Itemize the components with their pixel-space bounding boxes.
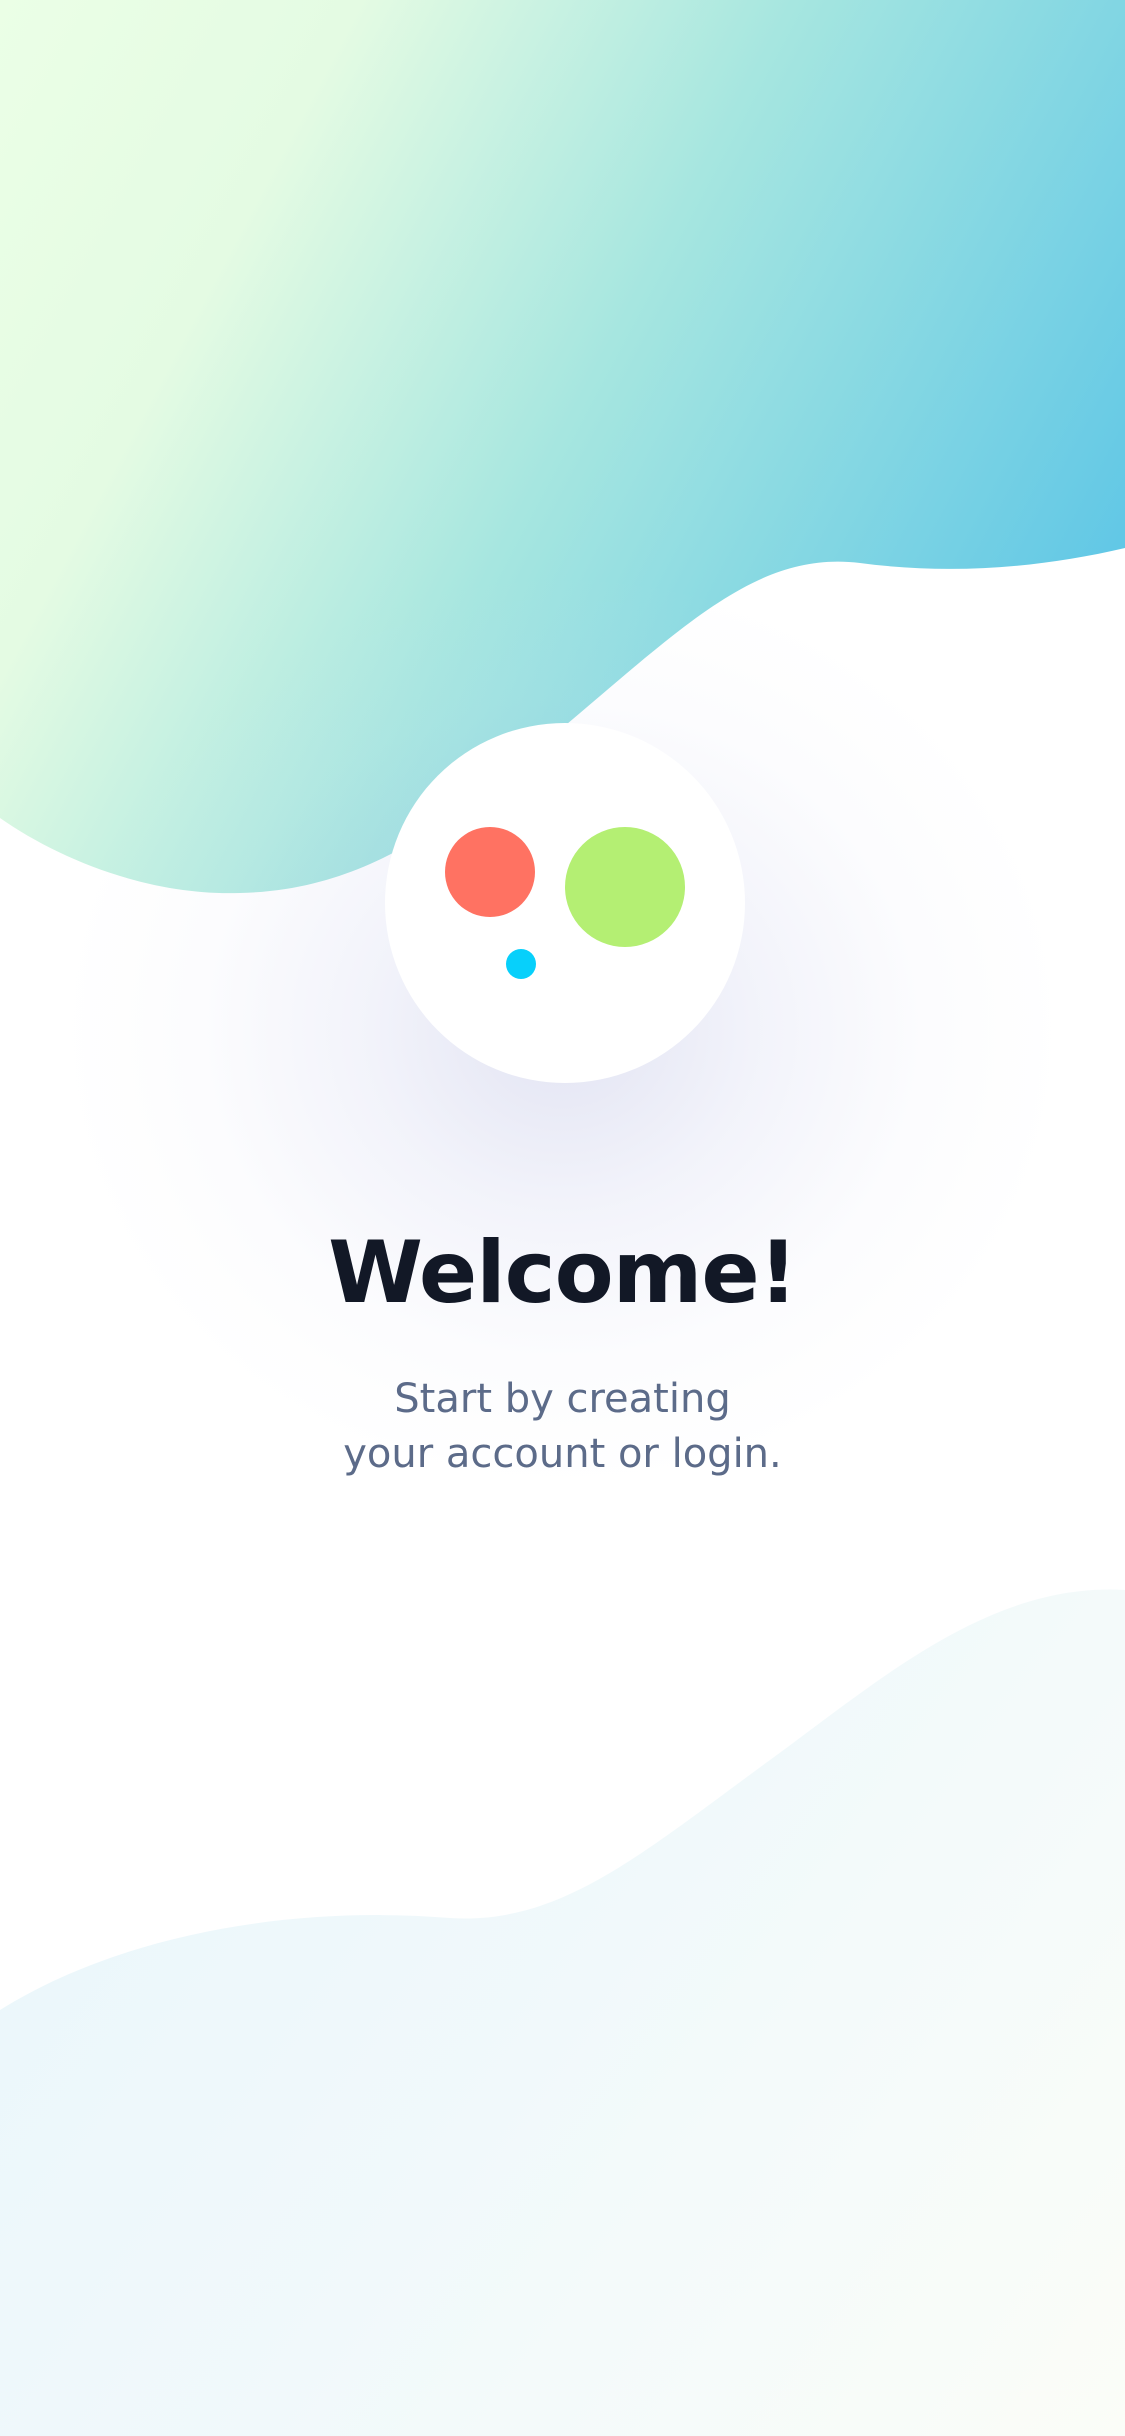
app-logo-dots-icon bbox=[385, 723, 745, 1083]
welcome-screen: Welcome! Start by creating your account … bbox=[0, 0, 1125, 2436]
subtitle-line-1: Start by creating bbox=[394, 1376, 731, 1422]
blue-dot bbox=[506, 949, 536, 979]
green-dot bbox=[565, 827, 685, 947]
bottom-wave bbox=[0, 1589, 1125, 2436]
red-dot bbox=[445, 827, 535, 917]
welcome-subtitle: Start by creating your account or login. bbox=[0, 1372, 1125, 1482]
welcome-title: Welcome! bbox=[328, 1223, 798, 1323]
subtitle-line-2: your account or login. bbox=[343, 1431, 782, 1477]
